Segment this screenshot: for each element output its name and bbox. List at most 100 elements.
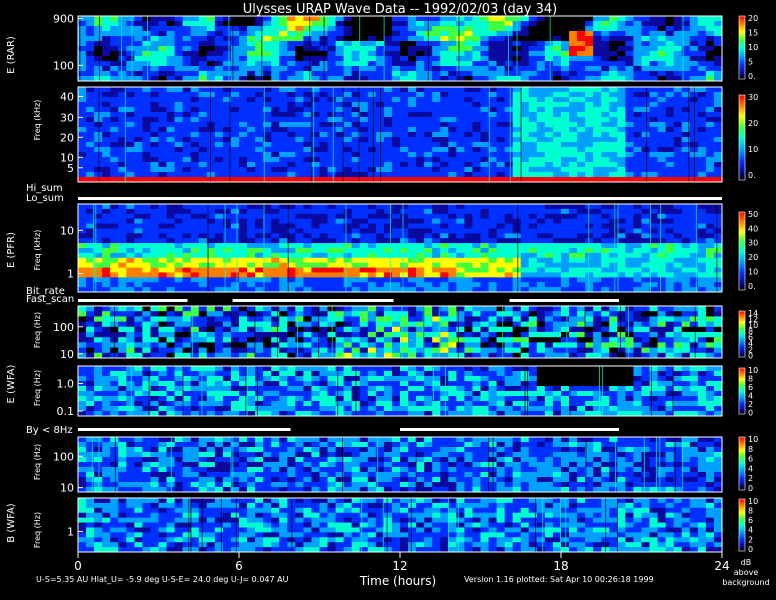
spectrogram-cell (94, 21, 103, 27)
spectrogram-cell (416, 117, 425, 123)
spectrogram-cell (633, 228, 642, 234)
spectrogram-cell (673, 213, 683, 220)
spectrogram-cell (190, 223, 200, 229)
spectrogram-cell (86, 112, 95, 118)
spectrogram-cell (633, 218, 642, 224)
spectrogram-cell (464, 238, 473, 244)
spectrogram-cell (504, 204, 514, 210)
spectrogram-cell (577, 61, 586, 67)
spectrogram-cell (657, 172, 667, 178)
spectrogram-cell (327, 157, 336, 163)
spectrogram-cell (214, 107, 224, 113)
spectrogram-cell (86, 132, 95, 138)
spectrogram-cell (383, 213, 393, 220)
spectrogram-cell (126, 172, 135, 178)
spectrogram-cell (625, 21, 634, 27)
spectrogram-cell (230, 102, 240, 108)
spectrogram-cell (118, 66, 127, 72)
spectrogram-cell (408, 172, 417, 178)
spectrogram-cell (118, 366, 127, 372)
spectrogram-cell (400, 213, 409, 220)
spectrogram-cell (496, 262, 506, 268)
spectrogram-cell (536, 277, 546, 283)
spectrogram-cell (367, 97, 377, 103)
spectrogram-cell (367, 157, 377, 163)
spectrogram-cell (440, 147, 449, 153)
spectrogram-cell (279, 272, 288, 278)
spectrogram-cell (689, 223, 699, 229)
spectrogram-cell (190, 132, 200, 138)
spectrogram-cell (552, 306, 562, 312)
spectrogram-cell (561, 36, 570, 42)
spectrogram-cell (150, 347, 159, 354)
spectrogram-cell (383, 132, 393, 138)
spectrogram-cell (247, 61, 256, 67)
spectrogram-cell (593, 316, 602, 322)
spectrogram-cell (528, 92, 538, 98)
spectrogram-cell (464, 117, 473, 123)
spectrogram-cell (400, 41, 409, 47)
spectrogram-cell (158, 204, 167, 210)
spectrogram-cell (94, 376, 103, 382)
spectrogram-cell (456, 21, 465, 27)
spectrogram-cell (569, 117, 578, 123)
spectrogram-cell (657, 282, 667, 288)
spectrogram-cell (182, 332, 192, 338)
spectrogram-cell (182, 321, 192, 328)
spectrogram-cell (214, 92, 224, 98)
spectrogram-cell (142, 71, 151, 77)
spectrogram-cell (367, 152, 377, 158)
spectrogram-cell (480, 204, 489, 210)
spectrogram-cell (520, 223, 530, 229)
spectrogram-cell (448, 316, 457, 322)
spectrogram-cell (142, 342, 151, 348)
spectrogram-cell (617, 238, 626, 244)
spectrogram-cell (78, 51, 87, 57)
spectrogram-cell (359, 218, 369, 224)
spectrogram-cell (383, 137, 393, 143)
spectrogram-cell (633, 252, 642, 259)
spectrogram-cell (86, 152, 95, 158)
spectrogram-cell (617, 31, 626, 37)
spectrogram-cell (713, 92, 723, 98)
spectrogram-cell (198, 228, 208, 234)
colorbar-tick-label: 20 (748, 14, 758, 23)
spectrogram-cell (472, 337, 481, 343)
spectrogram-cell (391, 257, 401, 264)
spectrogram-cell (520, 41, 530, 47)
spectrogram-cell (593, 272, 602, 278)
spectrogram-cell (118, 223, 127, 229)
spectrogram-cell (472, 46, 481, 52)
spectrogram-cell (528, 326, 538, 333)
spectrogram-cell (247, 41, 256, 47)
spectrogram-cell (182, 213, 192, 220)
spectrogram-cell (512, 162, 522, 168)
spectrogram-cell (544, 277, 554, 283)
spectrogram-cell (408, 218, 417, 224)
spectrogram-cell (448, 347, 457, 354)
spectrogram-cell (681, 252, 691, 259)
spectrogram-cell (287, 66, 296, 72)
spectrogram-cell (174, 277, 184, 283)
spectrogram-cell (351, 248, 361, 254)
spectrogram-cell (705, 71, 715, 77)
spectrogram-cell (408, 87, 417, 93)
spectrogram-cell (383, 51, 393, 57)
spectrogram-cell (230, 31, 240, 37)
spectrogram-cell (657, 152, 667, 158)
spectrogram-cell (617, 122, 626, 128)
spectrogram-cell (247, 252, 256, 259)
spectrogram-cell (561, 122, 570, 128)
spectrogram-cell (239, 46, 248, 52)
spectrogram-cell (126, 127, 135, 133)
spectrogram-cell (593, 46, 602, 52)
spectrogram-cell (544, 21, 554, 27)
spectrogram-cell (271, 36, 280, 42)
spectrogram-cell (544, 132, 554, 138)
spectrogram-cell (496, 87, 506, 93)
spectrogram-cell (247, 36, 256, 42)
spectrogram-cell (166, 41, 175, 47)
spectrogram-cell (544, 204, 554, 210)
spectrogram-cell (295, 306, 304, 312)
spectrogram-cell (110, 228, 119, 234)
